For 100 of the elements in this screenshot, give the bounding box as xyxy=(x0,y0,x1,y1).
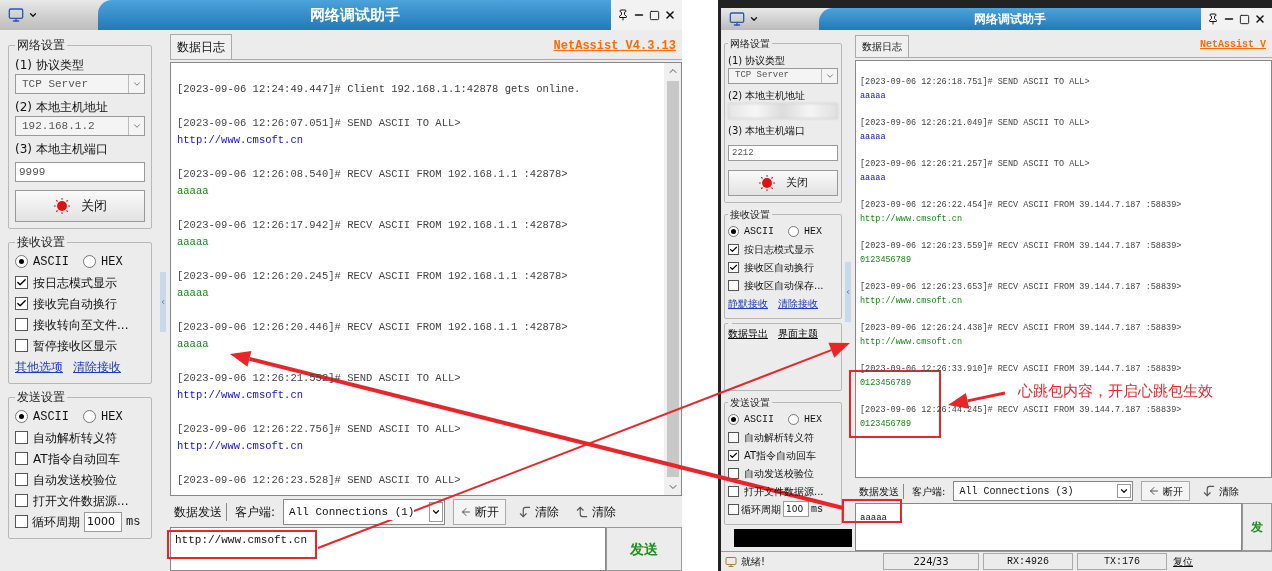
checkbox-label: 按日志模式显示 xyxy=(33,274,117,292)
checkbox-label: AT指令自动回车 xyxy=(33,450,120,468)
checkbox[interactable] xyxy=(15,276,28,289)
radio-button[interactable] xyxy=(15,255,28,268)
maximize-icon[interactable] xyxy=(1239,13,1250,25)
close-button[interactable]: 关闭 xyxy=(15,190,145,222)
client-label: 客户端: xyxy=(912,484,946,499)
log-header: [2023-09-06 12:26:20.245]# RECV ASCII FROM 192.168.1.1 :42878> xyxy=(177,269,568,284)
reset-button[interactable]: 复位 xyxy=(1169,554,1197,569)
port-field[interactable]: 2212 xyxy=(728,145,838,161)
status-counts: 224/33 xyxy=(883,553,979,570)
disconnect-button[interactable]: 断开 xyxy=(453,499,507,525)
checkbox[interactable] xyxy=(728,431,739,443)
status-tx: TX:176 xyxy=(1077,553,1167,570)
close-button[interactable]: 关闭 xyxy=(728,170,838,196)
protocol-dropdown[interactable]: TCP Server xyxy=(728,68,838,84)
send-input-field[interactable]: http://www.cmsoft.cn xyxy=(170,527,606,571)
radio-button[interactable] xyxy=(788,413,799,425)
collapse-handle[interactable] xyxy=(845,261,851,322)
log-message: aaaaa xyxy=(177,337,209,352)
checkbox[interactable] xyxy=(728,503,739,515)
caret-icon[interactable] xyxy=(749,14,759,24)
disconnect-button[interactable]: 断开 xyxy=(1141,481,1191,501)
checkbox[interactable] xyxy=(728,279,739,291)
protocol-dropdown[interactable]: TCP Server xyxy=(15,74,145,94)
log-tab[interactable]: 数据日志 xyxy=(855,35,909,57)
log-header: [2023-09-06 12:26:21.049]# SEND ASCII TO ALL> xyxy=(860,117,1090,130)
send-tab[interactable]: 数据发送 xyxy=(170,503,227,521)
radio-label: ASCII xyxy=(33,408,69,426)
radio-button[interactable] xyxy=(83,255,96,268)
checkbox[interactable] xyxy=(15,339,28,352)
checkbox[interactable] xyxy=(15,318,28,331)
send-tab[interactable]: 数据发送 xyxy=(855,483,904,499)
light-icon xyxy=(53,197,71,215)
radio-button[interactable] xyxy=(728,413,739,425)
link[interactable]: 清除接收 xyxy=(73,357,121,376)
field-label: (2) 本地主机地址 xyxy=(15,99,109,116)
link[interactable]: 数据导出 xyxy=(728,326,768,341)
client-dropdown[interactable]: All Connections (3) xyxy=(953,481,1134,501)
log-message: http://www.cmsoft.cn xyxy=(177,439,304,454)
log-header: [2023-09-06 12:26:24.438]# RECV ASCII FROM 39.144.7.187 :58839> xyxy=(860,322,1182,335)
checkbox[interactable] xyxy=(728,243,739,255)
radio-button[interactable] xyxy=(788,225,799,237)
port-field[interactable]: 9999 xyxy=(15,162,145,182)
field-label: (3) 本地主机端口 xyxy=(728,124,807,138)
link[interactable]: 界面主题 xyxy=(778,326,818,341)
link[interactable]: 静默接收 xyxy=(728,295,768,311)
collapse-handle[interactable] xyxy=(160,271,166,332)
group-heading: 接收设置 xyxy=(16,234,66,251)
checkbox[interactable] xyxy=(728,449,739,461)
send-button[interactable]: 发 xyxy=(1242,503,1272,551)
log-message: aaaaa xyxy=(177,184,209,199)
close-icon[interactable] xyxy=(1254,13,1266,25)
checkbox[interactable] xyxy=(15,452,28,465)
close-icon[interactable] xyxy=(664,9,676,21)
blurred-address-field[interactable] xyxy=(728,103,838,119)
clear-button[interactable]: 清除 xyxy=(514,499,564,525)
checkbox-label: 接收完自动换行 xyxy=(33,295,117,313)
log-header: [2023-09-06 12:26:23.528]# SEND ASCII TO ALL> xyxy=(177,473,461,488)
radio-label: HEX xyxy=(804,412,823,427)
radio-button[interactable] xyxy=(83,410,96,423)
checkbox[interactable] xyxy=(15,515,28,528)
checkbox[interactable] xyxy=(728,467,739,479)
checkbox[interactable] xyxy=(15,431,28,444)
checkbox-label: 自动解析转义符 xyxy=(744,430,814,445)
send-input-field[interactable]: aaaaa xyxy=(855,503,1242,551)
checkbox[interactable] xyxy=(15,473,28,486)
group-heading: 发送设置 xyxy=(729,396,771,410)
unit-label: ms xyxy=(811,502,823,517)
window-title: 网络调试助手 xyxy=(974,11,1046,28)
caret-icon[interactable] xyxy=(28,10,38,20)
clear-button[interactable]: 清除 xyxy=(571,499,621,525)
checkbox[interactable] xyxy=(728,485,739,497)
checkbox-label: 打开文件数据源... xyxy=(33,492,129,510)
checkbox[interactable] xyxy=(728,261,739,273)
radio-label: ASCII xyxy=(33,253,69,271)
corner-arrow-down-icon xyxy=(1202,484,1217,498)
radio-button[interactable] xyxy=(728,225,739,237)
link[interactable]: 清除接收 xyxy=(778,295,818,311)
period-field[interactable]: 1000 xyxy=(84,511,122,532)
log-tab[interactable]: 数据日志 xyxy=(170,34,232,59)
link[interactable]: 其他选项 xyxy=(15,357,63,376)
pin-icon[interactable] xyxy=(617,9,629,21)
log-message: aaaaa xyxy=(860,89,886,103)
clear-button[interactable]: 清除 xyxy=(1198,481,1244,501)
period-field[interactable]: 100 xyxy=(783,501,809,517)
host-dropdown[interactable]: 192.168.1.2 xyxy=(15,116,145,136)
log-message: aaaaa xyxy=(177,235,209,250)
field-label: (1) 协议类型 xyxy=(728,54,787,68)
radio-button[interactable] xyxy=(15,410,28,423)
pin-icon[interactable] xyxy=(1207,13,1219,25)
client-dropdown[interactable]: All Connections (1) xyxy=(283,499,446,525)
log-header: [2023-09-06 12:26:20.446]# RECV ASCII FROM 192.168.1.1 :42878> xyxy=(177,320,568,335)
maximize-icon[interactable] xyxy=(649,9,660,21)
log-message: http://www.cmsoft.cn xyxy=(860,294,963,308)
checkbox[interactable] xyxy=(15,297,28,310)
checkbox[interactable] xyxy=(15,494,28,507)
field-label: (1) 协议类型 xyxy=(15,57,85,74)
light-icon xyxy=(758,174,776,192)
send-button[interactable]: 发送 xyxy=(606,527,682,571)
